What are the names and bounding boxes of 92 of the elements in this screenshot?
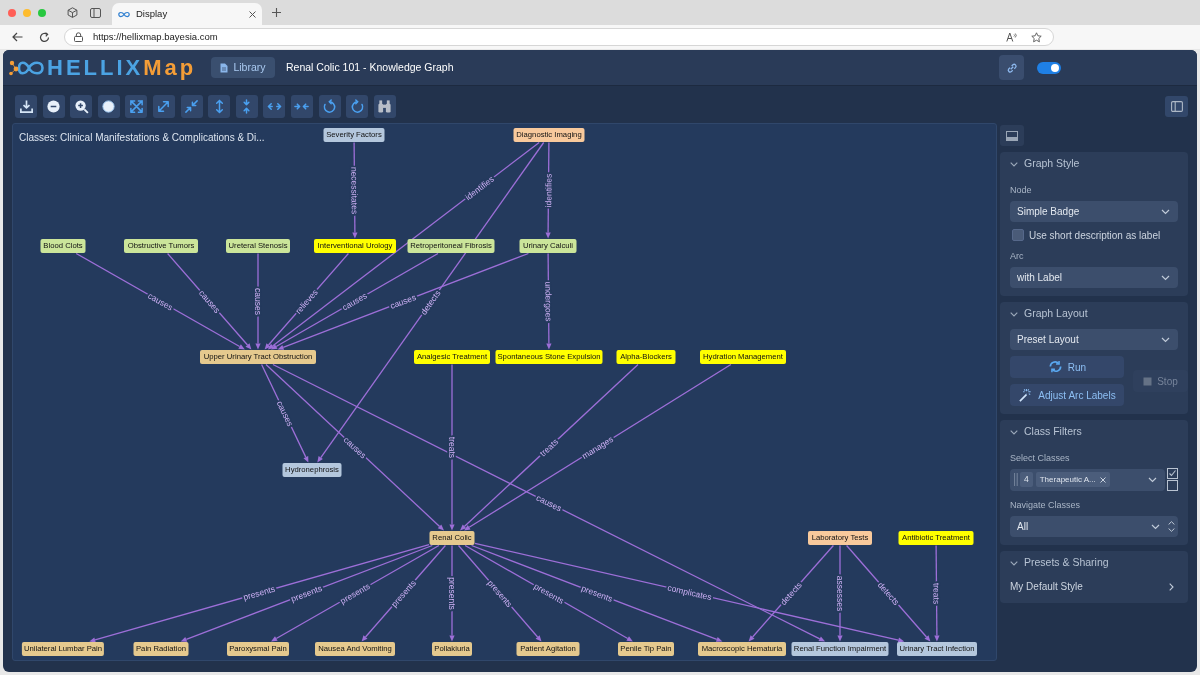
back-arrow-icon[interactable] xyxy=(12,32,23,42)
toolbar-button[interactable] xyxy=(180,95,203,118)
toolbar-button[interactable] xyxy=(318,95,341,118)
edge-label: presents xyxy=(447,577,457,610)
toolbar-button[interactable] xyxy=(263,95,286,118)
cube-icon[interactable] xyxy=(67,7,78,18)
reload-icon[interactable] xyxy=(39,31,50,43)
plus-icon[interactable] xyxy=(272,8,281,17)
caret-down-icon xyxy=(1148,476,1157,483)
section-header[interactable]: Graph Layout xyxy=(1000,302,1188,326)
section-header[interactable]: Graph Style xyxy=(1000,152,1188,176)
minus-circle-icon xyxy=(46,99,62,114)
drag-handle-icon[interactable] xyxy=(1014,473,1018,486)
caret-down-icon xyxy=(1161,274,1170,281)
edge-label: treats xyxy=(931,582,942,605)
toolbar-button[interactable] xyxy=(1165,96,1188,117)
diagonal-expand-icon xyxy=(156,99,172,114)
toolbar-button[interactable] xyxy=(125,95,148,118)
toolbar-button[interactable] xyxy=(70,95,93,118)
edge-label: causes xyxy=(388,292,418,311)
caret-down-icon xyxy=(1151,523,1160,530)
caret-down-icon xyxy=(1161,208,1170,215)
sidebar-icon[interactable] xyxy=(90,7,101,18)
infinity-icon xyxy=(118,10,130,18)
select-field[interactable]: with Label xyxy=(1010,267,1178,288)
edge-label: undergoes xyxy=(543,281,554,322)
toolbar-button[interactable] xyxy=(235,95,258,118)
field-label: Arc xyxy=(1010,251,1025,262)
link-button[interactable] xyxy=(999,55,1024,80)
field-label: Node xyxy=(1010,185,1033,196)
field-label: Navigate Classes xyxy=(1010,500,1082,511)
count-badge: 4 xyxy=(1020,472,1033,487)
sidebar-icon xyxy=(1170,101,1183,112)
address-field[interactable]: https://hellixmap.bayesia.com xyxy=(64,28,1054,46)
edge-label: identifies xyxy=(543,173,554,208)
toggle-switch[interactable] xyxy=(1037,61,1061,74)
toolbar-button[interactable] xyxy=(373,95,396,118)
caret-down-icon xyxy=(1161,336,1170,343)
document-icon xyxy=(220,62,229,73)
zoom-in-icon xyxy=(73,99,89,114)
select-field[interactable]: Simple Badge xyxy=(1010,201,1178,222)
action-button[interactable]: Adjust Arc Labels xyxy=(1010,384,1124,406)
edge-label: treats xyxy=(447,436,457,459)
empty-box-icon[interactable] xyxy=(1167,480,1178,491)
section-header[interactable]: Class Filters xyxy=(1000,420,1188,444)
preset-link[interactable]: My Default Style xyxy=(1010,578,1178,595)
lock-icon xyxy=(74,32,83,42)
binoculars-icon xyxy=(377,99,393,114)
graph-caption: Classes: Clinical Manifestations & Complications & Di... xyxy=(19,131,265,145)
action-button[interactable]: Run xyxy=(1010,356,1124,378)
magic-wand-icon xyxy=(1018,387,1034,403)
checked-box-icon[interactable] xyxy=(1167,468,1178,479)
toolbar-button[interactable] xyxy=(97,95,120,118)
expand-arrows-icon xyxy=(128,99,144,114)
chevron-right-icon xyxy=(1169,582,1174,591)
read-aloud-icon[interactable] xyxy=(1006,32,1017,42)
select-field[interactable]: All xyxy=(1010,516,1178,537)
rotate-right-icon xyxy=(349,99,365,114)
edge-label: necessitates xyxy=(349,166,360,215)
download-icon xyxy=(18,99,34,114)
toolbar-button[interactable] xyxy=(152,95,175,118)
diagonal-compress-icon xyxy=(184,99,200,114)
edge-label: complicates xyxy=(666,582,713,603)
toolbar-button[interactable] xyxy=(15,95,37,118)
browser-tab[interactable]: Display xyxy=(112,3,262,25)
toolbar-button[interactable] xyxy=(42,95,65,118)
logo-wordmark: HELLIXMap xyxy=(47,55,197,80)
checkbox[interactable] xyxy=(1012,229,1024,241)
chevron-up-icon[interactable] xyxy=(1168,521,1175,525)
icon-button[interactable] xyxy=(1000,125,1024,146)
select-field[interactable]: Preset Layout xyxy=(1010,329,1178,350)
field-label: Select Classes xyxy=(1010,453,1071,464)
library-button[interactable]: Library xyxy=(211,57,275,78)
document-title: Renal Colic 101 - Knowledge Graph xyxy=(286,59,454,75)
multiselect-field[interactable]: 4 Therapeutic A... xyxy=(1010,468,1165,491)
section-header[interactable]: Presets & Sharing xyxy=(1000,551,1188,575)
toolbar-button[interactable] xyxy=(346,95,369,118)
star-icon[interactable] xyxy=(1031,31,1042,43)
toolbar-button[interactable] xyxy=(290,95,313,118)
square-icon xyxy=(1143,376,1153,386)
edge-label: assesses xyxy=(835,575,845,612)
monitor-icon xyxy=(1006,130,1018,141)
checkbox-label: Use short description as label xyxy=(1029,228,1161,243)
toolbar-button[interactable] xyxy=(208,95,231,118)
link-icon xyxy=(1005,61,1018,74)
close-icon[interactable] xyxy=(249,10,256,18)
refresh-icon xyxy=(1047,359,1063,375)
chevron-down-icon[interactable] xyxy=(1168,528,1175,532)
edge-label: causes xyxy=(253,288,263,315)
filled-circle-icon xyxy=(101,99,117,114)
rotate-left-icon xyxy=(322,99,338,114)
class-tag[interactable]: Therapeutic A... xyxy=(1035,472,1110,487)
